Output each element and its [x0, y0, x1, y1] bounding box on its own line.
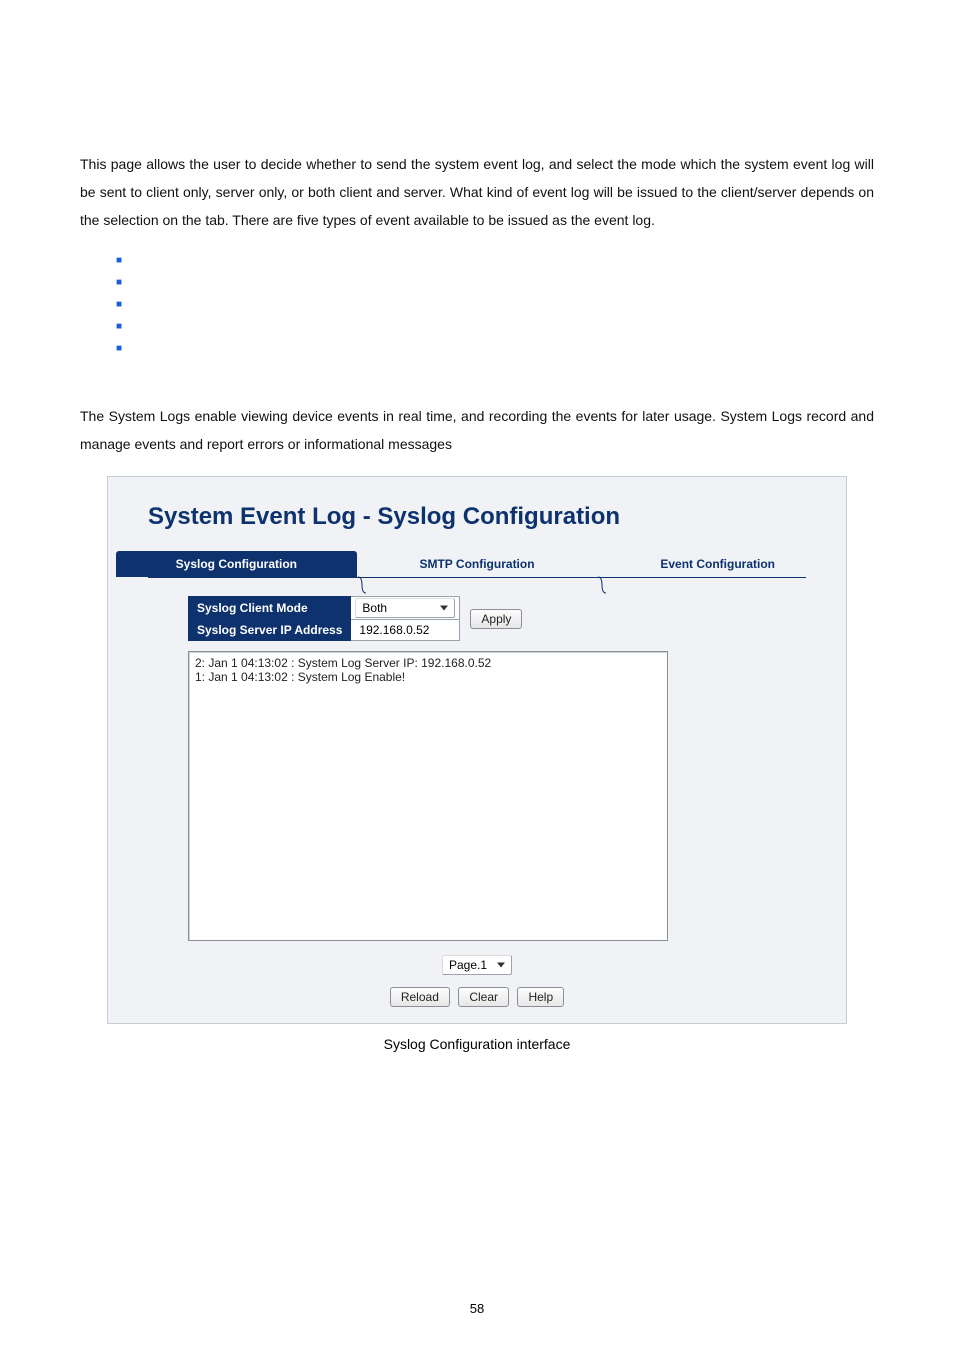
log-line: 1: Jan 1 04:13:02 : System Log Enable! [195, 670, 661, 684]
page-select[interactable]: Page.1 [442, 955, 512, 975]
mode-select-value: Both [362, 601, 387, 615]
tab-bar: Syslog Configuration SMTP Configuration … [116, 551, 838, 577]
config-row: Syslog Client Mode Both Syslog Server IP… [188, 596, 806, 641]
tab-event-configuration[interactable]: Event Configuration [597, 551, 838, 577]
screenshot-panel: System Event Log - Syslog Configuration … [107, 476, 847, 1024]
bottom-controls: Page.1 Reload Clear Help [148, 955, 806, 1007]
bullet-item [116, 340, 874, 362]
apply-wrap: Apply [470, 609, 522, 629]
apply-button[interactable]: Apply [470, 609, 522, 629]
intro-text-1b: tab. There are five types of event avail… [205, 212, 655, 228]
ip-value[interactable]: 192.168.0.52 [351, 620, 460, 641]
clear-button[interactable]: Clear [458, 987, 509, 1007]
log-output-box[interactable]: 2: Jan 1 04:13:02 : System Log Server IP… [188, 651, 668, 941]
config-table: Syslog Client Mode Both Syslog Server IP… [188, 596, 460, 641]
intro-paragraph-2: The System Logs enable viewing device ev… [80, 402, 874, 458]
mode-cell: Both [351, 597, 460, 620]
reload-button[interactable]: Reload [390, 987, 450, 1007]
table-row: Syslog Server IP Address 192.168.0.52 [189, 620, 460, 641]
chevron-down-icon [440, 606, 448, 611]
panel-title: System Event Log - Syslog Configuration [148, 477, 806, 551]
bullet-list [116, 252, 874, 362]
bullet-item [116, 318, 874, 340]
table-row: Syslog Client Mode Both [189, 597, 460, 620]
help-button[interactable]: Help [517, 987, 564, 1007]
page-number: 58 [0, 1301, 954, 1316]
figure-caption: Syslog Configuration interface [80, 1036, 874, 1052]
tabs-underline [148, 577, 806, 578]
intro-paragraph-1: This page allows the user to decide whet… [80, 150, 874, 234]
mode-select[interactable]: Both [355, 598, 455, 618]
mode-label: Syslog Client Mode [189, 597, 351, 620]
tab-smtp-configuration[interactable]: SMTP Configuration [357, 551, 598, 577]
bullet-item [116, 252, 874, 274]
log-line: 2: Jan 1 04:13:02 : System Log Server IP… [195, 656, 661, 670]
tab-syslog-configuration[interactable]: Syslog Configuration [116, 551, 357, 577]
chevron-down-icon [497, 963, 505, 968]
page: This page allows the user to decide whet… [0, 0, 954, 1350]
bullet-item [116, 274, 874, 296]
ip-label: Syslog Server IP Address [189, 620, 351, 641]
bullet-item [116, 296, 874, 318]
page-select-value: Page.1 [449, 958, 487, 972]
